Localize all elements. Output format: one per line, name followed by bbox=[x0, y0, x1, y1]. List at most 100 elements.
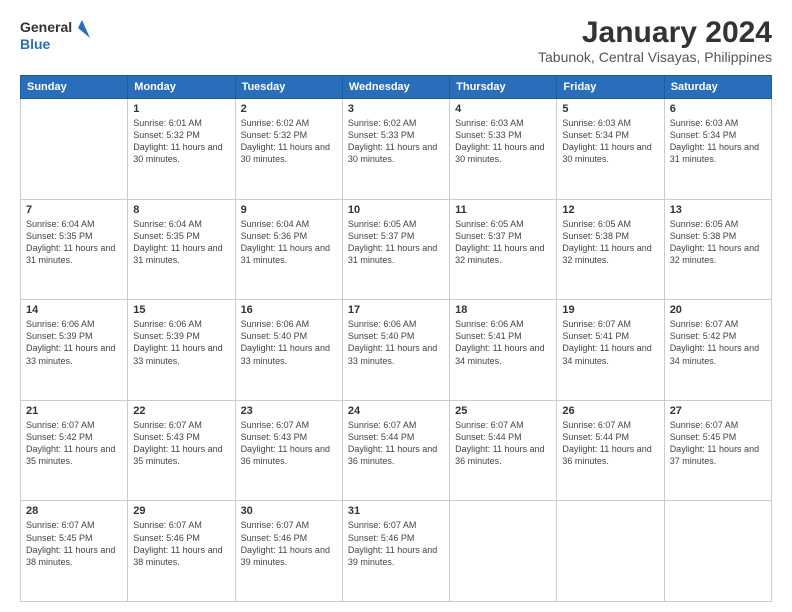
calendar-cell-w3-d0: 14 Sunrise: 6:06 AMSunset: 5:39 PMDayligh… bbox=[21, 300, 128, 401]
day-info: Sunrise: 6:06 AMSunset: 5:40 PMDaylight:… bbox=[241, 318, 337, 367]
day-number: 31 bbox=[348, 505, 444, 517]
calendar-cell-w3-d4: 18Sunrise: 6:06 AMSunset: 5:41 PMDayligh… bbox=[450, 300, 557, 401]
header-thursday: Thursday bbox=[450, 76, 557, 99]
calendar-cell-w2-d4: 11Sunrise: 6:05 AMSunset: 5:37 PMDayligh… bbox=[450, 199, 557, 300]
day-number: 20 bbox=[670, 304, 766, 316]
day-number: 3 bbox=[348, 103, 444, 115]
day-number: 14 bbox=[26, 304, 122, 316]
day-info: Sunrise: 6:02 AMSunset: 5:32 PMDaylight:… bbox=[241, 117, 337, 166]
week-row-5: 28Sunrise: 6:07 AMSunset: 5:45 PMDayligh… bbox=[21, 501, 772, 602]
day-info: Sunrise: 6:01 AMSunset: 5:32 PMDaylight:… bbox=[133, 117, 229, 166]
day-number: 22 bbox=[133, 405, 229, 417]
title-block: January 2024 Tabunok, Central Visayas, P… bbox=[538, 16, 772, 65]
day-info: Sunrise: 6:04 AMSunset: 5:35 PMDaylight:… bbox=[133, 218, 229, 267]
day-number: 8 bbox=[133, 204, 229, 216]
day-info: Sunrise: 6:02 AMSunset: 5:33 PMDaylight:… bbox=[348, 117, 444, 166]
day-info: Sunrise: 6:07 AMSunset: 5:44 PMDaylight:… bbox=[348, 419, 444, 468]
day-info: Sunrise: 6:06 AMSunset: 5:41 PMDaylight:… bbox=[455, 318, 551, 367]
calendar-cell-w4-d5: 26 Sunrise: 6:07 AMSunset: 5:44 PMDayligh… bbox=[557, 400, 664, 501]
calendar-cell-w5-d6 bbox=[664, 501, 771, 602]
calendar-cell-w4-d6: 27 Sunrise: 6:07 AMSunset: 5:45 PMDayligh… bbox=[664, 400, 771, 501]
day-number: 11 bbox=[455, 204, 551, 216]
day-info: Sunrise: 6:03 AMSunset: 5:34 PMDaylight:… bbox=[562, 117, 658, 166]
day-number: 6 bbox=[670, 103, 766, 115]
day-number: 25 bbox=[455, 405, 551, 417]
calendar-cell-w4-d3: 24Sunrise: 6:07 AMSunset: 5:44 PMDayligh… bbox=[342, 400, 449, 501]
day-info: Sunrise: 6:07 AMSunset: 5:44 PMDaylight:… bbox=[455, 419, 551, 468]
day-info: Sunrise: 6:04 AMSunset: 5:35 PMDaylight:… bbox=[26, 218, 122, 267]
day-info: Sunrise: 6:07 AMSunset: 5:46 PMDaylight:… bbox=[348, 519, 444, 568]
calendar-cell-w4-d0: 21Sunrise: 6:07 AMSunset: 5:42 PMDayligh… bbox=[21, 400, 128, 501]
calendar-cell-w1-d2: 2 Sunrise: 6:02 AMSunset: 5:32 PMDaylight… bbox=[235, 99, 342, 200]
calendar-cell-w2-d0: 7 Sunrise: 6:04 AMSunset: 5:35 PMDaylight… bbox=[21, 199, 128, 300]
day-info: Sunrise: 6:03 AMSunset: 5:34 PMDaylight:… bbox=[670, 117, 766, 166]
calendar-cell-w4-d1: 22 Sunrise: 6:07 AMSunset: 5:43 PMDayligh… bbox=[128, 400, 235, 501]
calendar-cell-w3-d2: 16Sunrise: 6:06 AMSunset: 5:40 PMDayligh… bbox=[235, 300, 342, 401]
day-number: 12 bbox=[562, 204, 658, 216]
header: General Blue January 2024 Tabunok, Centr… bbox=[20, 16, 772, 65]
calendar-table: Sunday Monday Tuesday Wednesday Thursday… bbox=[20, 75, 772, 602]
calendar-cell-w5-d3: 31 Sunrise: 6:07 AMSunset: 5:46 PMDayligh… bbox=[342, 501, 449, 602]
day-number: 30 bbox=[241, 505, 337, 517]
logo: General Blue bbox=[20, 16, 90, 56]
day-number: 21 bbox=[26, 405, 122, 417]
header-wednesday: Wednesday bbox=[342, 76, 449, 99]
day-info: Sunrise: 6:03 AMSunset: 5:33 PMDaylight:… bbox=[455, 117, 551, 166]
header-monday: Monday bbox=[128, 76, 235, 99]
day-number: 15 bbox=[133, 304, 229, 316]
day-number: 27 bbox=[670, 405, 766, 417]
week-row-4: 21Sunrise: 6:07 AMSunset: 5:42 PMDayligh… bbox=[21, 400, 772, 501]
calendar-cell-w1-d0 bbox=[21, 99, 128, 200]
header-tuesday: Tuesday bbox=[235, 76, 342, 99]
calendar-cell-w5-d0: 28Sunrise: 6:07 AMSunset: 5:45 PMDayligh… bbox=[21, 501, 128, 602]
day-number: 4 bbox=[455, 103, 551, 115]
calendar-cell-w2-d6: 13Sunrise: 6:05 AMSunset: 5:38 PMDayligh… bbox=[664, 199, 771, 300]
calendar-cell-w3-d1: 15 Sunrise: 6:06 AMSunset: 5:39 PMDayligh… bbox=[128, 300, 235, 401]
calendar-cell-w1-d1: 1 Sunrise: 6:01 AMSunset: 5:32 PMDaylight… bbox=[128, 99, 235, 200]
svg-text:Blue: Blue bbox=[20, 36, 51, 52]
day-info: Sunrise: 6:07 AMSunset: 5:43 PMDaylight:… bbox=[133, 419, 229, 468]
main-title: January 2024 bbox=[538, 16, 772, 49]
day-info: Sunrise: 6:07 AMSunset: 5:44 PMDaylight:… bbox=[562, 419, 658, 468]
calendar-cell-w1-d3: 3 Sunrise: 6:02 AMSunset: 5:33 PMDaylight… bbox=[342, 99, 449, 200]
subtitle: Tabunok, Central Visayas, Philippines bbox=[538, 49, 772, 65]
day-info: Sunrise: 6:06 AMSunset: 5:40 PMDaylight:… bbox=[348, 318, 444, 367]
calendar-cell-w1-d4: 4 Sunrise: 6:03 AMSunset: 5:33 PMDaylight… bbox=[450, 99, 557, 200]
week-row-1: 1 Sunrise: 6:01 AMSunset: 5:32 PMDaylight… bbox=[21, 99, 772, 200]
calendar-cell-w3-d3: 17 Sunrise: 6:06 AMSunset: 5:40 PMDayligh… bbox=[342, 300, 449, 401]
calendar-cell-w4-d2: 23Sunrise: 6:07 AMSunset: 5:43 PMDayligh… bbox=[235, 400, 342, 501]
calendar-cell-w5-d1: 29 Sunrise: 6:07 AMSunset: 5:46 PMDayligh… bbox=[128, 501, 235, 602]
day-number: 17 bbox=[348, 304, 444, 316]
calendar-cell-w1-d5: 5Sunrise: 6:03 AMSunset: 5:34 PMDaylight… bbox=[557, 99, 664, 200]
day-info: Sunrise: 6:05 AMSunset: 5:38 PMDaylight:… bbox=[670, 218, 766, 267]
day-info: Sunrise: 6:06 AMSunset: 5:39 PMDaylight:… bbox=[133, 318, 229, 367]
calendar-cell-w4-d4: 25 Sunrise: 6:07 AMSunset: 5:44 PMDayligh… bbox=[450, 400, 557, 501]
day-info: Sunrise: 6:07 AMSunset: 5:43 PMDaylight:… bbox=[241, 419, 337, 468]
header-sunday: Sunday bbox=[21, 76, 128, 99]
weekday-header-row: Sunday Monday Tuesday Wednesday Thursday… bbox=[21, 76, 772, 99]
day-number: 10 bbox=[348, 204, 444, 216]
day-number: 26 bbox=[562, 405, 658, 417]
day-number: 19 bbox=[562, 304, 658, 316]
day-info: Sunrise: 6:07 AMSunset: 5:45 PMDaylight:… bbox=[670, 419, 766, 468]
day-number: 2 bbox=[241, 103, 337, 115]
week-row-2: 7 Sunrise: 6:04 AMSunset: 5:35 PMDaylight… bbox=[21, 199, 772, 300]
calendar-cell-w2-d1: 8 Sunrise: 6:04 AMSunset: 5:35 PMDaylight… bbox=[128, 199, 235, 300]
day-info: Sunrise: 6:05 AMSunset: 5:38 PMDaylight:… bbox=[562, 218, 658, 267]
day-info: Sunrise: 6:06 AMSunset: 5:39 PMDaylight:… bbox=[26, 318, 122, 367]
day-info: Sunrise: 6:07 AMSunset: 5:46 PMDaylight:… bbox=[133, 519, 229, 568]
calendar-cell-w3-d6: 20 Sunrise: 6:07 AMSunset: 5:42 PMDayligh… bbox=[664, 300, 771, 401]
week-row-3: 14 Sunrise: 6:06 AMSunset: 5:39 PMDayligh… bbox=[21, 300, 772, 401]
day-info: Sunrise: 6:07 AMSunset: 5:42 PMDaylight:… bbox=[670, 318, 766, 367]
header-friday: Friday bbox=[557, 76, 664, 99]
day-number: 29 bbox=[133, 505, 229, 517]
day-info: Sunrise: 6:07 AMSunset: 5:41 PMDaylight:… bbox=[562, 318, 658, 367]
day-number: 7 bbox=[26, 204, 122, 216]
day-info: Sunrise: 6:07 AMSunset: 5:45 PMDaylight:… bbox=[26, 519, 122, 568]
calendar-cell-w5-d2: 30 Sunrise: 6:07 AMSunset: 5:46 PMDayligh… bbox=[235, 501, 342, 602]
day-info: Sunrise: 6:07 AMSunset: 5:46 PMDaylight:… bbox=[241, 519, 337, 568]
day-number: 9 bbox=[241, 204, 337, 216]
calendar-cell-w2-d5: 12 Sunrise: 6:05 AMSunset: 5:38 PMDayligh… bbox=[557, 199, 664, 300]
day-number: 1 bbox=[133, 103, 229, 115]
calendar-cell-w2-d2: 9Sunrise: 6:04 AMSunset: 5:36 PMDaylight… bbox=[235, 199, 342, 300]
